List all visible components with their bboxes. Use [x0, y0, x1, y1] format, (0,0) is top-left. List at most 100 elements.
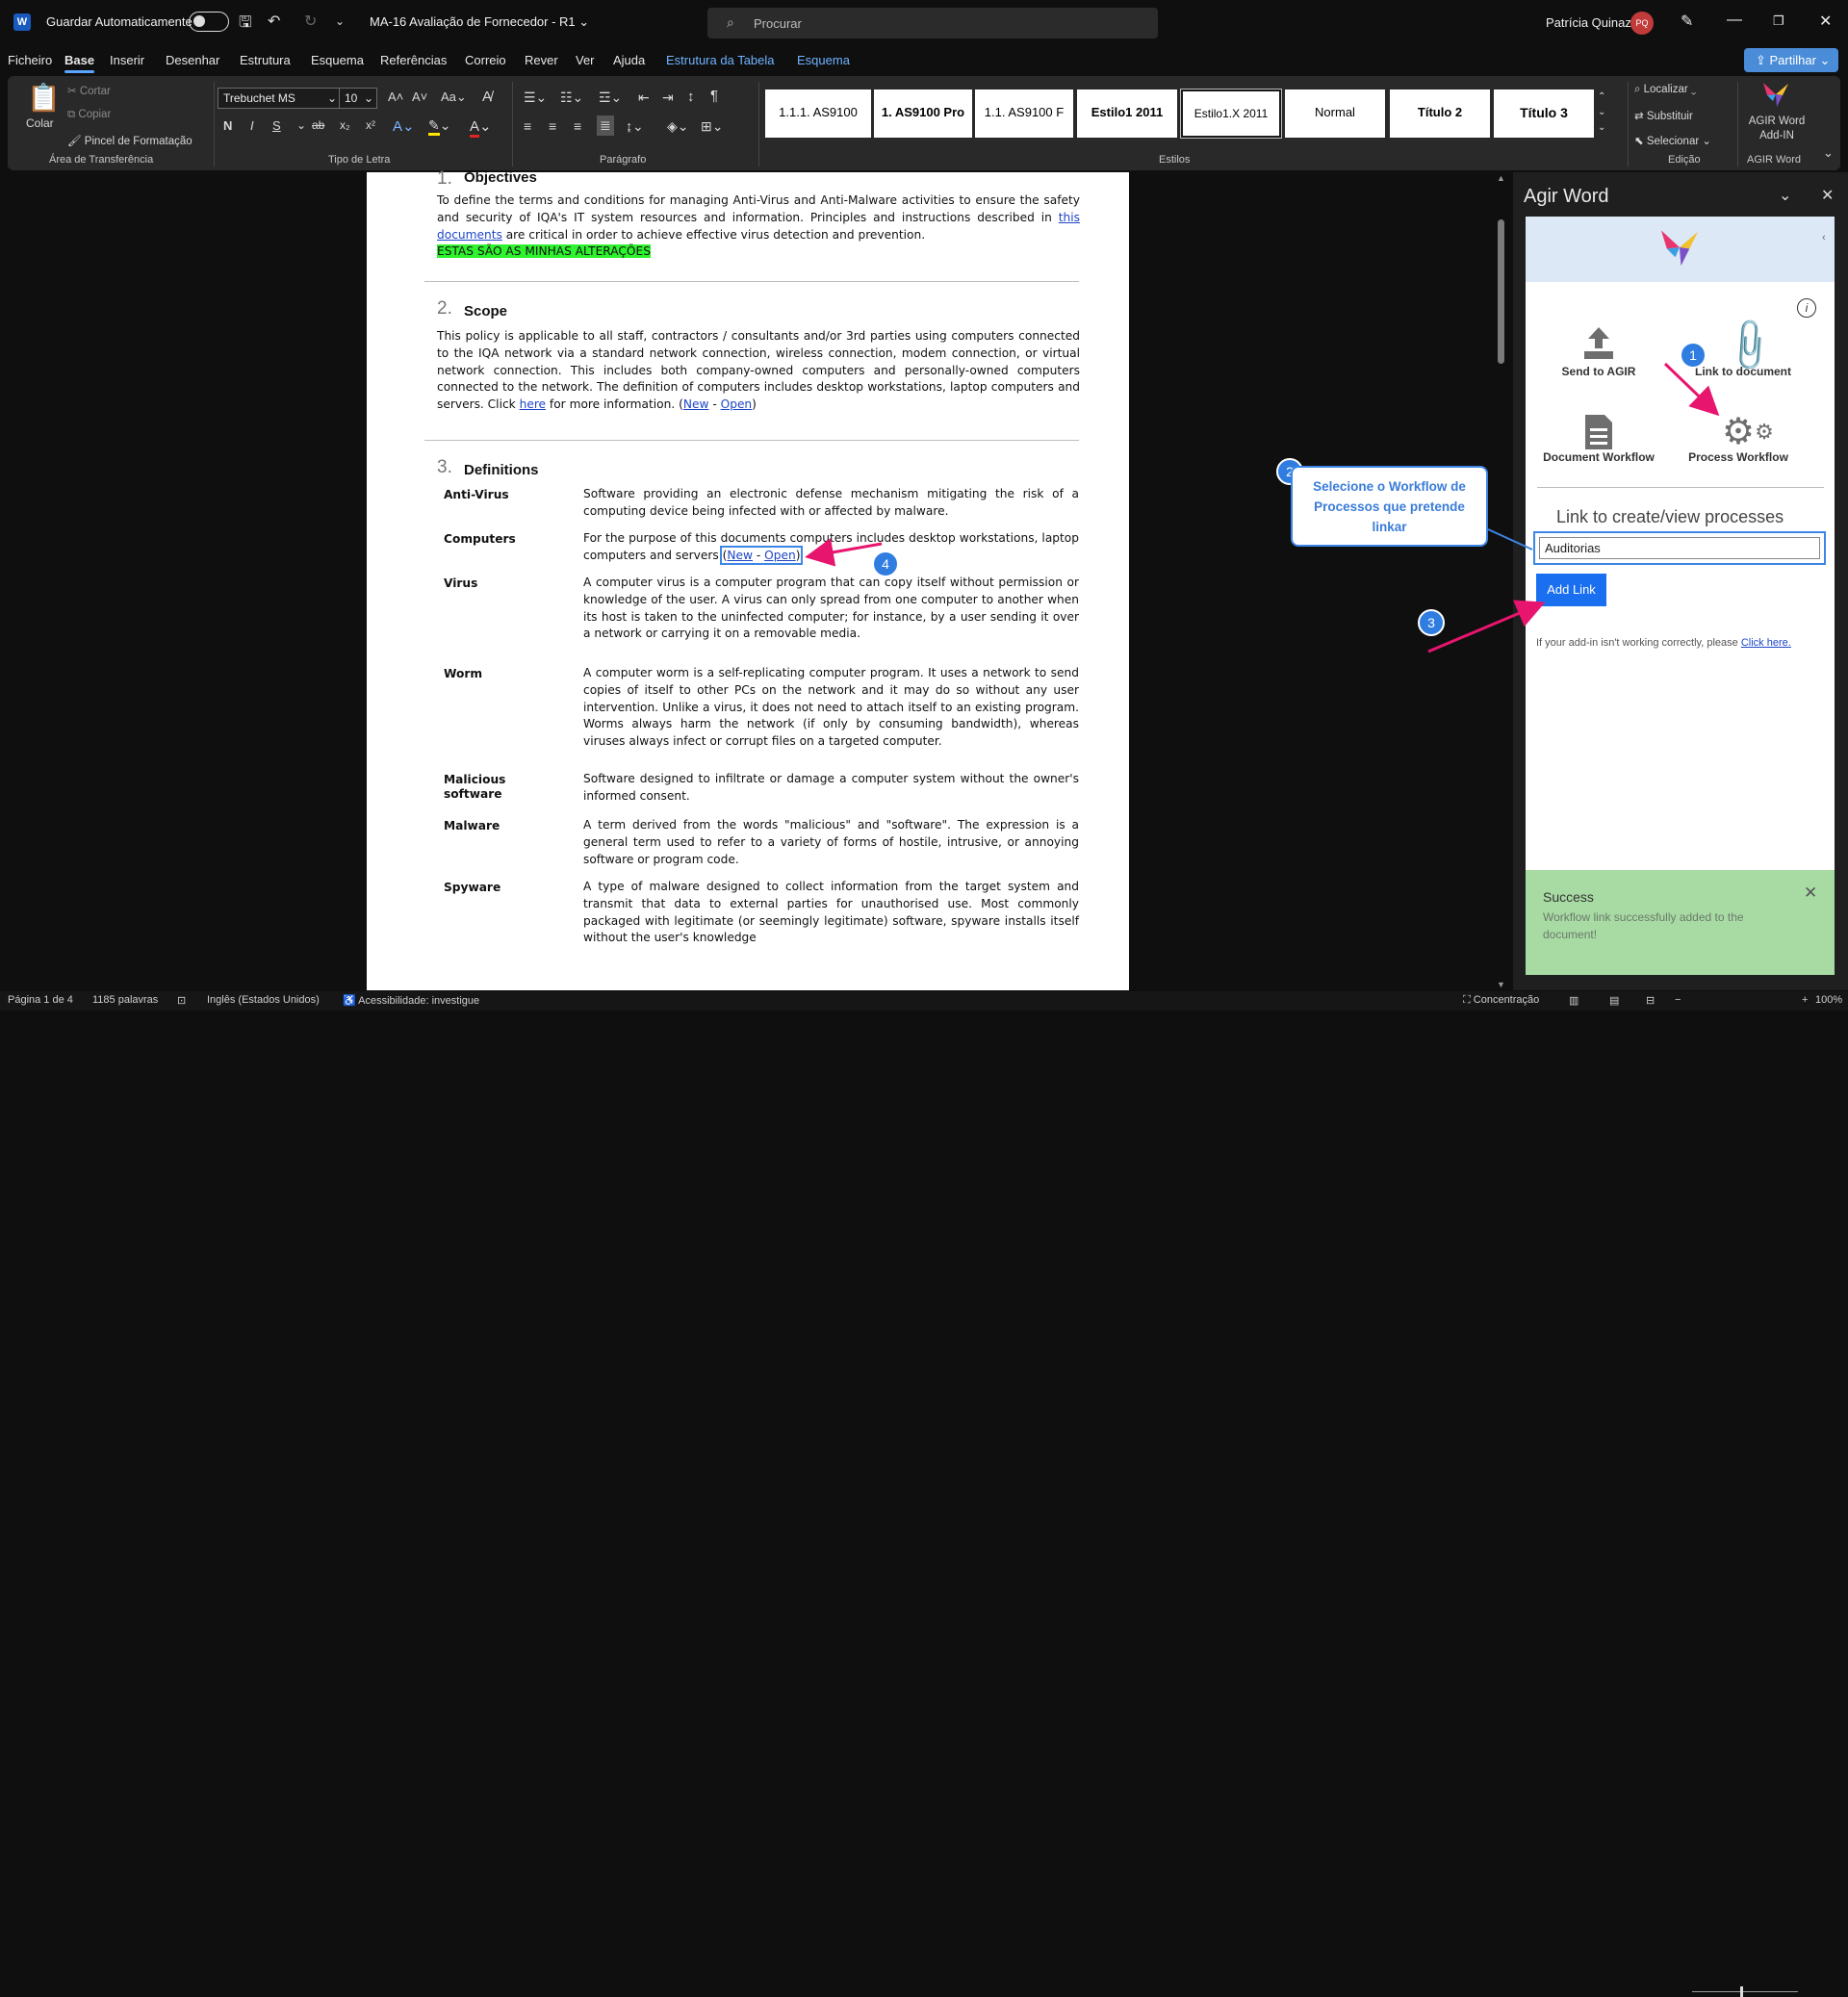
word-count[interactable]: 1185 palavras [92, 994, 158, 1006]
underline-dropdown-icon[interactable]: ⌄ [296, 118, 306, 132]
web-layout-icon[interactable]: ⊟ [1646, 994, 1655, 1007]
page-count[interactable]: Página 1 de 4 [8, 994, 73, 1006]
grow-font-icon[interactable]: A˄ [388, 90, 403, 104]
zoom-slider-handle[interactable] [1740, 1986, 1743, 1997]
style-item[interactable]: 1.1. AS9100 F [975, 90, 1073, 138]
style-item[interactable]: 1.1.1. AS9100 [765, 90, 871, 138]
copy-button[interactable]: ⧉ Copiar [67, 109, 111, 121]
tab-rever[interactable]: Rever [525, 53, 558, 67]
tab-referencias[interactable]: Referências [380, 53, 447, 67]
cut-button[interactable]: ✂ Cortar [67, 84, 111, 97]
link-to-document-label[interactable]: Link to document [1656, 365, 1830, 378]
style-item[interactable]: Título 2 [1390, 90, 1490, 138]
tab-esquema-tabela[interactable]: Esquema [797, 53, 850, 67]
tab-estrutura-da-tabela[interactable]: Estrutura da Tabela [666, 53, 775, 67]
document-page[interactable]: 1. Objectives To define the terms and co… [367, 168, 1129, 990]
proofing-icon[interactable]: ⊡ [177, 994, 186, 1007]
redo-icon[interactable]: ↻ [304, 12, 317, 31]
tab-estrutura[interactable]: Estrutura [240, 53, 291, 67]
info-icon[interactable]: i [1797, 298, 1816, 318]
styles-scroll-icon[interactable]: ⌃ ⌄ ⌄ [1598, 90, 1605, 136]
avatar[interactable]: PQ [1630, 12, 1654, 35]
numbering-icon[interactable]: ☷⌄ [560, 90, 583, 106]
decrease-indent-icon[interactable]: ⇤ [638, 90, 650, 106]
read-mode-icon[interactable]: ▥ [1569, 994, 1578, 1007]
tab-correio[interactable]: Correio [465, 53, 506, 67]
agir-logo-icon[interactable] [1761, 80, 1790, 112]
pane-options-icon[interactable]: ⌄ [1779, 186, 1791, 205]
superscript-button[interactable]: x² [366, 118, 375, 132]
restore-button[interactable]: ❐ [1773, 13, 1784, 29]
tab-desenhar[interactable]: Desenhar [166, 53, 219, 67]
bullets-icon[interactable]: ☰⌄ [524, 90, 547, 106]
zoom-out-icon[interactable]: − [1675, 994, 1681, 1006]
autosave-toggle[interactable] [189, 12, 229, 32]
replace-button[interactable]: ⇄ Substituir [1634, 109, 1693, 122]
minimize-button[interactable]: — [1727, 12, 1742, 29]
font-color-icon[interactable]: A⌄ [470, 117, 492, 138]
zoom-in-icon[interactable]: + [1802, 994, 1808, 1006]
print-layout-icon[interactable]: ▤ [1609, 994, 1619, 1007]
style-item[interactable]: Normal [1285, 90, 1385, 138]
multilevel-list-icon[interactable]: ☲⌄ [599, 90, 622, 106]
scrollbar-thumb[interactable] [1498, 219, 1504, 364]
save-icon[interactable]: 🖫 [239, 12, 252, 38]
subscript-button[interactable]: x₂ [340, 118, 350, 132]
align-right-icon[interactable]: ≡ [574, 118, 581, 134]
underline-button[interactable]: S [272, 118, 281, 133]
user-name[interactable]: Patrícia Quinaz [1546, 15, 1631, 30]
text-effects-icon[interactable]: A⌄ [393, 117, 415, 135]
style-item[interactable]: 1. AS9100 Pro [874, 90, 972, 138]
sort-icon[interactable]: ↕ [687, 89, 695, 105]
tab-ficheiro[interactable]: Ficheiro [8, 53, 52, 67]
change-case-button[interactable]: Aa⌄ [441, 90, 467, 105]
click-here-link[interactable]: Click here. [1741, 637, 1791, 649]
document-title[interactable]: MA-16 Avaliação de Fornecedor - R1 ⌄ [370, 14, 589, 30]
focus-mode[interactable]: ⛶ Concentração [1463, 994, 1539, 1007]
here-link[interactable]: here [520, 397, 546, 411]
line-spacing-icon[interactable]: ↨⌄ [626, 118, 644, 135]
paste-label[interactable]: Colar [26, 116, 54, 130]
format-painter-button[interactable]: 🖌 Pincel de Formatação [67, 134, 192, 147]
new-link[interactable]: New [727, 549, 753, 562]
add-link-button[interactable]: Add Link [1536, 574, 1606, 606]
close-button[interactable]: ✕ [1819, 12, 1832, 31]
select-button[interactable]: ⬉ Selecionar ⌄ [1634, 134, 1711, 147]
document-scrollbar[interactable]: ▲ ▼ [1494, 173, 1507, 989]
style-item[interactable]: Título 3 [1494, 90, 1594, 138]
tab-inserir[interactable]: Inserir [110, 53, 144, 67]
tab-ver[interactable]: Ver [576, 53, 595, 67]
send-to-agir-label[interactable]: Send to AGIR [1551, 365, 1647, 378]
accessibility-status[interactable]: ♿ Acessibilidade: investigue [343, 994, 479, 1007]
document-workflow-label[interactable]: Document Workflow [1536, 450, 1661, 464]
borders-icon[interactable]: ⊞⌄ [701, 118, 723, 135]
bold-button[interactable]: N [223, 118, 232, 133]
paperclip-icon[interactable]: 📎 [1718, 315, 1780, 376]
clear-format-icon[interactable]: A̸ [482, 89, 492, 105]
open-link[interactable]: Open [764, 549, 796, 562]
paste-icon[interactable]: 📋 [27, 82, 61, 114]
pane-close-icon[interactable]: ✕ [1821, 186, 1834, 205]
style-item-selected[interactable]: Estilo1.X 2011 [1180, 89, 1282, 139]
align-center-icon[interactable]: ≡ [549, 118, 556, 134]
increase-indent-icon[interactable]: ⇥ [662, 90, 674, 106]
shading-icon[interactable]: ◈⌄ [667, 118, 689, 135]
search-box[interactable]: ⌕ Procurar [707, 8, 1158, 38]
tab-ajuda[interactable]: Ajuda [613, 53, 645, 67]
new-link[interactable]: New [683, 397, 709, 411]
collapse-ribbon-icon[interactable]: ⌄ [1823, 145, 1834, 161]
italic-button[interactable]: I [250, 118, 254, 133]
undo-icon[interactable]: ↶ [268, 12, 280, 31]
gears-icon[interactable]: ⚙⚙ [1722, 413, 1774, 451]
style-item[interactable]: Estilo1 2011 [1077, 90, 1177, 138]
pen-icon[interactable]: ✎ [1681, 12, 1693, 31]
tab-esquema[interactable]: Esquema [311, 53, 364, 67]
align-left-icon[interactable]: ≡ [524, 118, 531, 134]
upload-icon[interactable] [1579, 325, 1618, 367]
agir-addin-button[interactable]: AGIR Word Add-IN [1738, 115, 1815, 143]
justify-icon[interactable]: ≣ [597, 115, 614, 136]
process-workflow-label[interactable]: Process Workflow [1666, 450, 1810, 464]
customize-toolbar-icon[interactable]: ⌄ [335, 14, 345, 28]
collapse-panel-icon[interactable]: ‹ [1822, 232, 1826, 243]
share-button[interactable]: ⇪ Partilhar ⌄ [1744, 48, 1838, 72]
